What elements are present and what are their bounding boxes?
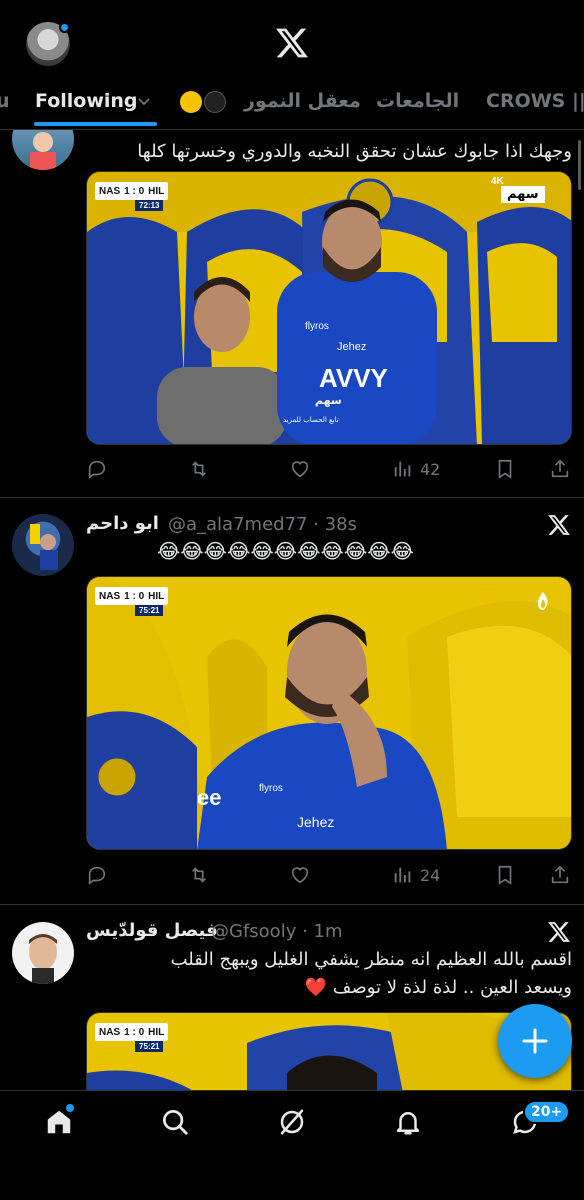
tweet-divider	[0, 497, 584, 498]
tweet-3-handle[interactable]: @Gfsooly · 1m	[211, 921, 343, 942]
grok-icon[interactable]	[277, 1107, 307, 1137]
tab-partial[interactable]: u	[0, 90, 10, 112]
tab-following[interactable]: Following	[35, 90, 138, 112]
watermark-sub: تابع الحساب للمزيد	[283, 416, 339, 424]
search-icon[interactable]	[160, 1107, 190, 1137]
reply-icon	[88, 460, 106, 479]
retweet-button[interactable]	[188, 862, 210, 888]
messages-badge: 20+	[523, 1100, 571, 1124]
yellow-circle-icon	[180, 91, 202, 113]
views-icon	[394, 461, 411, 477]
black-circle-icon	[204, 91, 226, 113]
header-divider	[0, 129, 584, 130]
score: 1 : 0	[124, 1026, 145, 1038]
match-clock: 75:21	[135, 1041, 164, 1052]
like-icon	[291, 461, 309, 478]
team-left: NAS	[99, 185, 121, 197]
tweet-2-image: ee Jehez flyros	[87, 577, 571, 849]
bookmark-button[interactable]	[494, 456, 516, 482]
tweet-divider	[0, 904, 584, 905]
reply-button[interactable]	[86, 456, 108, 482]
channel-logo: سهم	[501, 186, 545, 203]
views-icon	[394, 867, 411, 883]
tweet-3-author-name[interactable]: فيصل قولدّيس	[86, 920, 218, 941]
tweet-2-actions: 24	[86, 862, 572, 888]
bookmark-button[interactable]	[494, 862, 516, 888]
share-button[interactable]	[549, 862, 571, 888]
match-clock: 72:13	[135, 200, 164, 211]
tweet-2-handle[interactable]: @a_ala7med77 · 38s	[168, 514, 357, 535]
notifications-icon[interactable]	[393, 1107, 423, 1137]
home-new-dot	[66, 1104, 74, 1112]
retweet-button[interactable]	[188, 456, 210, 482]
reply-button[interactable]	[86, 862, 108, 888]
tweet-2-avatar[interactable]	[12, 514, 74, 576]
tab-tigers-den[interactable]: معقل النمور	[244, 90, 361, 112]
share-icon	[551, 459, 569, 478]
x-logo-icon[interactable]	[276, 27, 308, 59]
tweet-2-author-name[interactable]: ابو داحم	[86, 513, 159, 534]
watermark-brand: سهم	[315, 394, 342, 407]
grok-x-icon[interactable]	[548, 514, 570, 536]
reply-icon	[88, 866, 106, 885]
tweet-3-avatar[interactable]	[12, 922, 74, 984]
tweet-2-media[interactable]: ee Jehez flyros NAS 1 : 0 HIL 75:21	[86, 576, 572, 850]
tweet-1-media[interactable]: AVVY flyros Jehez NAS 1 : 0 HIL 72:13 4K…	[86, 171, 572, 445]
views-count: 42	[420, 459, 441, 479]
tweet-3-text-line-2: ويسعد العين .. لذة لذة لا توصف ❤️	[304, 977, 572, 998]
team-left: NAS	[99, 590, 121, 602]
retweet-icon	[191, 867, 207, 883]
tweet-2-scorebug: NAS 1 : 0 HIL 75:21	[95, 587, 169, 616]
score: 1 : 0	[124, 185, 145, 197]
tweet-1-scorebug: NAS 1 : 0 HIL 72:13	[95, 182, 169, 211]
views-button[interactable]: 24	[392, 862, 440, 888]
team-right: HIL	[148, 185, 165, 197]
tab-emoji-dots	[180, 91, 226, 117]
svg-text:Jehez: Jehez	[337, 341, 366, 353]
tab-crows[interactable]: CROWS ||	[486, 90, 584, 112]
channel-flame-icon	[537, 592, 548, 610]
team-right: HIL	[148, 590, 165, 602]
tweet-1-actions: 42	[86, 456, 572, 482]
svg-text:AVVY: AVVY	[319, 363, 388, 393]
tweet-1-text: وجهك اذا جابوك عشان تحقق النخبه والدوري …	[137, 141, 572, 162]
plus-icon	[522, 1028, 548, 1054]
views-count: 24	[420, 865, 441, 885]
svg-text:flyros: flyros	[259, 783, 283, 794]
share-button[interactable]	[549, 456, 571, 482]
like-icon	[291, 867, 309, 884]
share-icon	[551, 865, 569, 884]
bookmark-icon	[498, 459, 512, 479]
chevron-down-icon[interactable]	[137, 94, 151, 108]
tweet-2-text: 😂😂😂😂😂😂😂😂😂😂😂	[156, 539, 414, 563]
top-header: u Following معقل النمور الجامعات CROWS |…	[0, 0, 584, 130]
match-clock: 75:21	[135, 605, 164, 616]
retweet-icon	[191, 461, 207, 477]
svg-text:ee: ee	[197, 785, 221, 810]
svg-text:Jehez: Jehez	[297, 814, 334, 830]
grok-x-icon[interactable]	[548, 921, 570, 943]
score: 1 : 0	[124, 590, 145, 602]
tweet-3-text-line-1: اقسم بالله العظيم انه منظر يشفي الغليل و…	[170, 949, 572, 970]
tweet-3-scorebug: NAS 1 : 0 HIL 75:21	[95, 1023, 169, 1052]
team-right: HIL	[148, 1026, 165, 1038]
compose-button[interactable]	[498, 1004, 572, 1078]
bottom-navigation	[0, 1090, 584, 1200]
like-button[interactable]	[289, 862, 311, 888]
scrollbar[interactable]	[578, 140, 581, 190]
notification-dot	[59, 22, 70, 33]
views-button[interactable]: 42	[392, 456, 440, 482]
like-button[interactable]	[289, 456, 311, 482]
timeline-tabs: u Following معقل النمور الجامعات CROWS |…	[0, 82, 584, 126]
tab-universities[interactable]: الجامعات	[376, 90, 459, 112]
active-tab-indicator	[34, 122, 157, 126]
svg-text:flyros: flyros	[305, 321, 329, 332]
team-left: NAS	[99, 1026, 121, 1038]
bookmark-icon	[498, 865, 512, 885]
